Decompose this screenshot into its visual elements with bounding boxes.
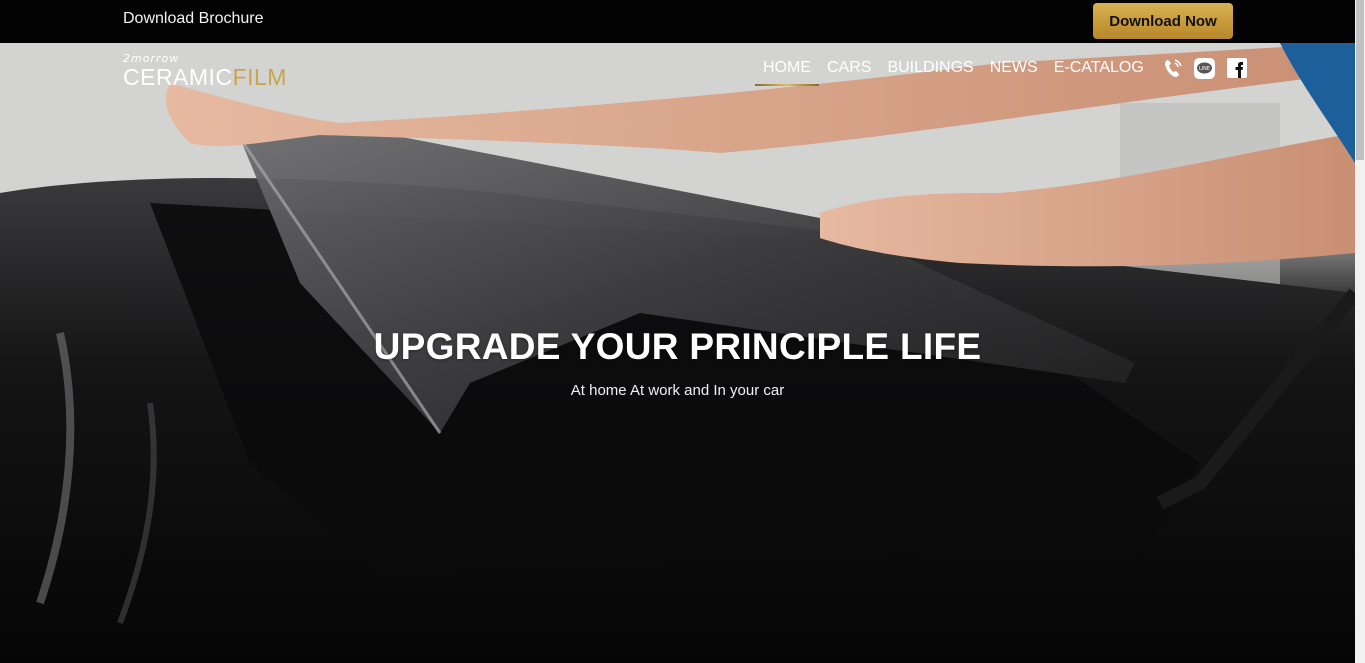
hero-subtitle: At home At work and In your car <box>570 382 785 399</box>
page: Download Brochure Download Now 2morrow C… <box>0 0 1365 663</box>
scrollbar-thumb[interactable] <box>1356 0 1364 160</box>
nav-item-e-catalog[interactable]: E-CATALOG <box>1046 55 1152 86</box>
phone-icon[interactable] <box>1162 57 1184 79</box>
download-brochure-link[interactable]: Download Brochure <box>123 10 264 28</box>
logo-wordmark: CERAMICFILM <box>123 64 287 90</box>
nav-item-news[interactable]: NEWS <box>982 55 1046 86</box>
logo-word-gold: FILM <box>232 64 287 90</box>
logo-word-white: CERAMIC <box>123 64 233 90</box>
nav-item-buildings[interactable]: BUILDINGS <box>879 55 981 86</box>
nav-item-cars[interactable]: CARS <box>819 55 879 86</box>
facebook-icon[interactable] <box>1226 57 1248 79</box>
logo-small-text: 2morrow <box>123 52 180 65</box>
main-nav: HOME CARS BUILDINGS NEWS E-CATALOG LINE <box>755 55 1248 91</box>
hero-title: UPGRADE YOUR PRINCIPLE LIFE <box>373 326 982 367</box>
svg-text:LINE: LINE <box>1199 66 1210 72</box>
site-logo[interactable]: 2morrow CERAMICFILM <box>123 53 287 90</box>
line-icon[interactable]: LINE <box>1194 57 1216 79</box>
page-scrollbar[interactable] <box>1355 0 1365 663</box>
top-bar: Download Brochure Download Now <box>0 0 1355 43</box>
nav-item-home[interactable]: HOME <box>755 55 819 86</box>
download-now-button[interactable]: Download Now <box>1093 3 1233 39</box>
